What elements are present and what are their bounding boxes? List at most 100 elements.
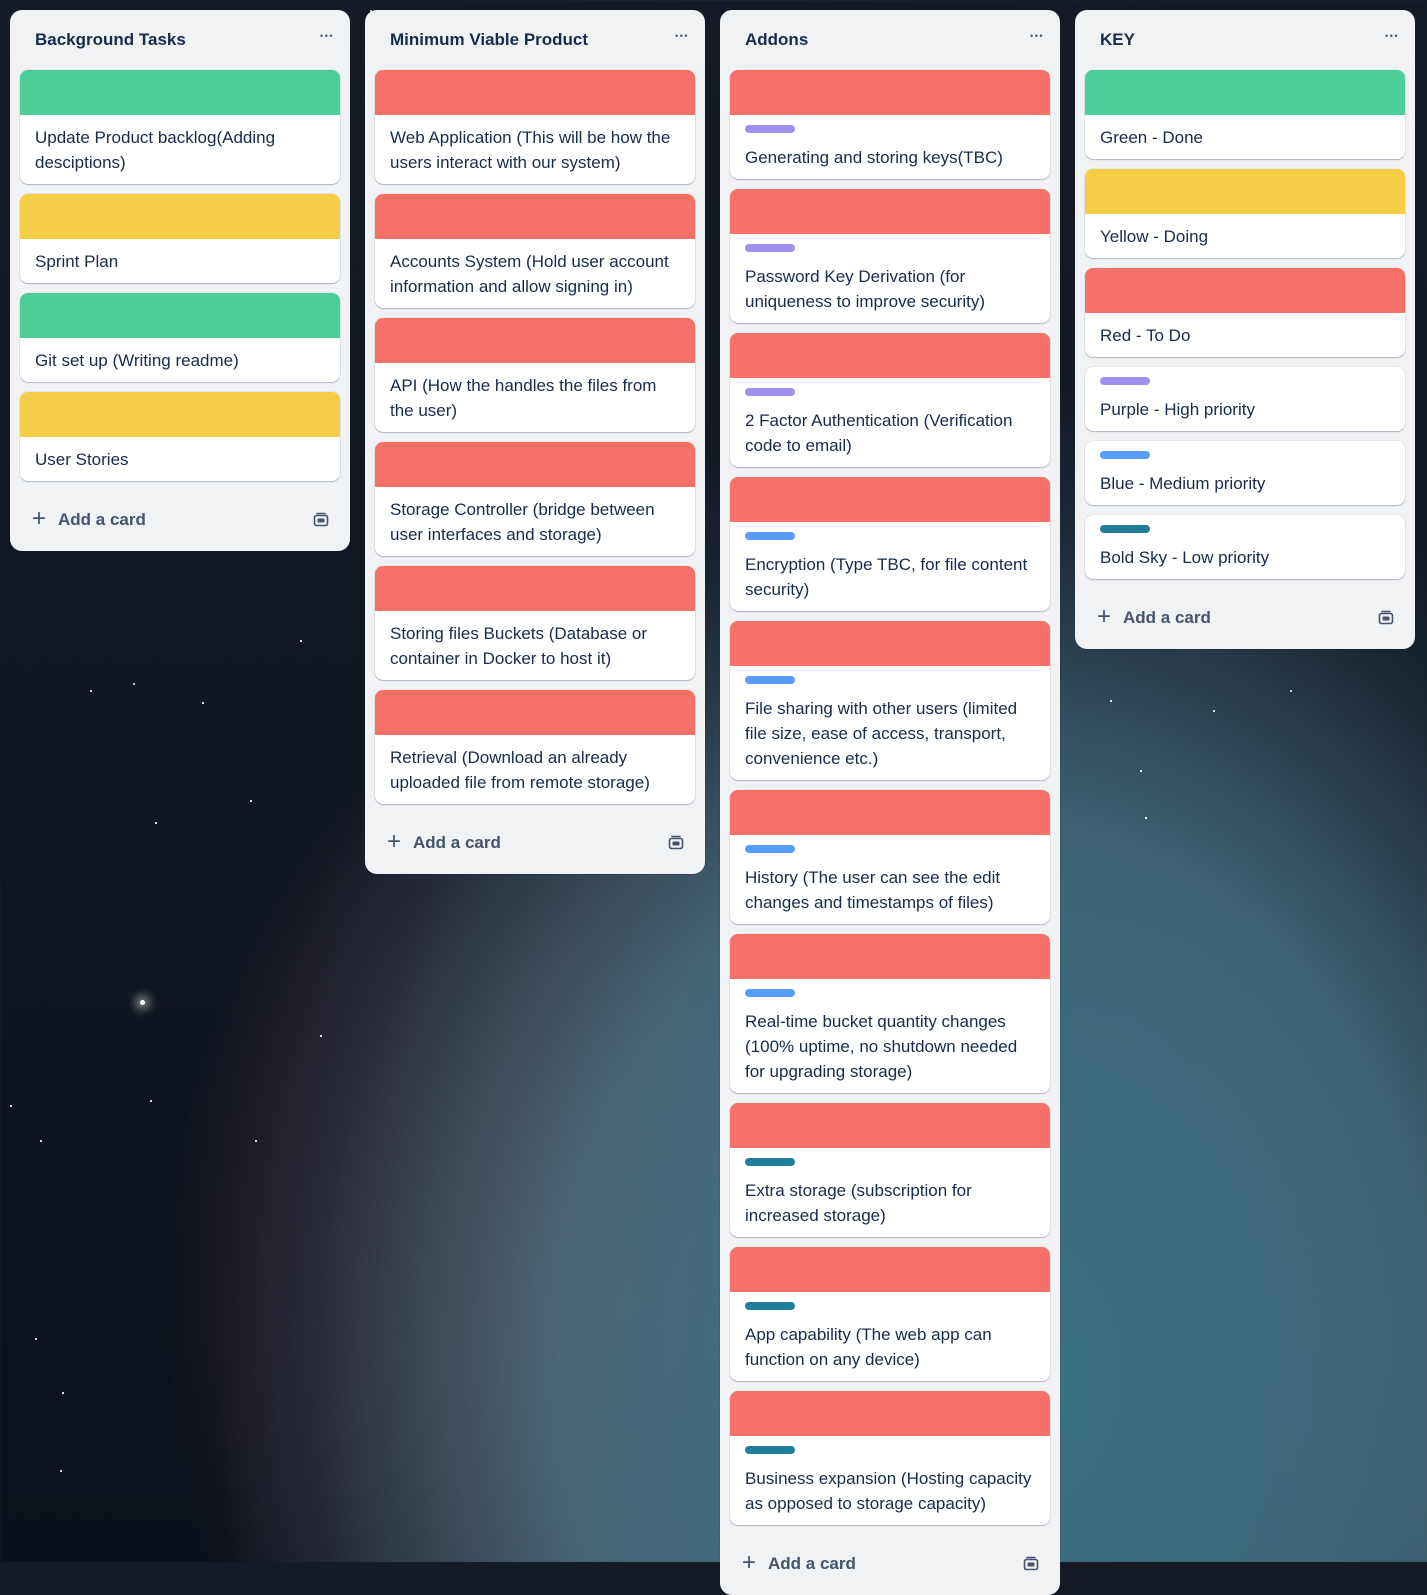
card-body: Storing files Buckets (Database or conta… — [375, 611, 695, 680]
star — [1140, 770, 1142, 772]
card[interactable]: Git set up (Writing readme) — [20, 293, 340, 382]
label-purple[interactable] — [745, 388, 795, 396]
card-title: Yellow - Doing — [1100, 227, 1209, 246]
card-body: Green - Done — [1085, 115, 1405, 159]
star — [300, 640, 302, 642]
card[interactable]: File sharing with other users (limited f… — [730, 621, 1050, 780]
label-bold-sky[interactable] — [745, 1446, 795, 1454]
card[interactable]: Green - Done — [1085, 70, 1405, 159]
card[interactable]: Encryption (Type TBC, for file content s… — [730, 477, 1050, 611]
card[interactable]: Retrieval (Download an already uploaded … — [375, 690, 695, 804]
card[interactable]: User Stories — [20, 392, 340, 481]
label-blue[interactable] — [1100, 451, 1150, 459]
card-title: File sharing with other users (limited f… — [745, 699, 1018, 768]
more-icon[interactable]: ••• — [1385, 31, 1399, 41]
card[interactable]: History (The user can see the edit chang… — [730, 790, 1050, 924]
label-blue[interactable] — [745, 676, 795, 684]
create-from-template-icon[interactable] — [1377, 609, 1395, 627]
card-title: 2 Factor Authentication (Verification co… — [745, 411, 1013, 455]
card-body: App capability (The web app can function… — [730, 1292, 1050, 1381]
star — [1110, 700, 1112, 702]
card[interactable]: Accounts System (Hold user account infor… — [375, 194, 695, 308]
card-title: Web Application (This will be how the us… — [390, 128, 671, 172]
plus-icon: + — [387, 827, 402, 855]
card-title: API (How the handles the files from the … — [390, 376, 657, 420]
add-card-label: Add a card — [768, 1554, 856, 1573]
label-purple[interactable] — [745, 244, 795, 252]
card[interactable]: Red - To Do — [1085, 268, 1405, 357]
card-cover-red — [730, 621, 1050, 666]
card-cover-red — [730, 1247, 1050, 1292]
add-card-label: Add a card — [58, 510, 146, 529]
card[interactable]: Extra storage (subscription for increase… — [730, 1103, 1050, 1237]
list-title[interactable]: Background Tasks — [35, 30, 186, 50]
card-cover-red — [730, 189, 1050, 234]
card-title: Storage Controller (bridge between user … — [390, 500, 655, 544]
card[interactable]: Business expansion (Hosting capacity as … — [730, 1391, 1050, 1525]
card[interactable]: Storage Controller (bridge between user … — [375, 442, 695, 556]
card[interactable]: Sprint Plan — [20, 194, 340, 283]
card-title: Sprint Plan — [35, 252, 119, 271]
more-icon[interactable]: ••• — [1030, 31, 1044, 41]
card-cover-yellow — [1085, 169, 1405, 214]
add-card-button[interactable]: + Add a card — [32, 504, 146, 532]
card-list: Web Application (This will be how the us… — [375, 70, 695, 814]
add-card-button[interactable]: + Add a card — [387, 827, 501, 855]
list-title[interactable]: Addons — [745, 30, 808, 50]
add-card-button[interactable]: + Add a card — [742, 1548, 856, 1576]
card[interactable]: Update Product backlog(Adding desciption… — [20, 70, 340, 184]
card[interactable]: API (How the handles the files from the … — [375, 318, 695, 432]
label-purple[interactable] — [1100, 377, 1150, 385]
card-title: Real-time bucket quantity changes (100% … — [745, 1012, 1018, 1081]
create-from-template-icon[interactable] — [312, 511, 330, 529]
more-icon[interactable]: ••• — [320, 31, 334, 41]
card[interactable]: App capability (The web app can function… — [730, 1247, 1050, 1381]
card[interactable]: Blue - Medium priority — [1085, 441, 1405, 505]
card[interactable]: Password Key Derivation (for uniqueness … — [730, 189, 1050, 323]
label-purple[interactable] — [745, 125, 795, 133]
list-footer: + Add a card — [20, 489, 340, 551]
plus-icon: + — [742, 1548, 757, 1576]
add-card-button[interactable]: + Add a card — [1097, 604, 1211, 629]
card[interactable]: Real-time bucket quantity changes (100% … — [730, 934, 1050, 1093]
list-title[interactable]: Minimum Viable Product — [390, 30, 588, 50]
star — [40, 1140, 42, 1142]
card-list: Generating and storing keys(TBC) Password… — [730, 70, 1050, 1535]
card-title: Update Product backlog(Adding desciption… — [35, 128, 276, 172]
card-body: 2 Factor Authentication (Verification co… — [730, 378, 1050, 467]
label-blue[interactable] — [745, 532, 795, 540]
list-header: Background Tasks ••• — [20, 10, 340, 70]
card-body: Retrieval (Download an already uploaded … — [375, 735, 695, 804]
card-body: User Stories — [20, 437, 340, 481]
label-bold-sky[interactable] — [745, 1302, 795, 1310]
star — [10, 1105, 12, 1107]
star — [1145, 817, 1147, 819]
card-body: Accounts System (Hold user account infor… — [375, 239, 695, 308]
add-card-label: Add a card — [1123, 608, 1211, 627]
list-footer: + Add a card — [1085, 587, 1405, 649]
card[interactable]: Generating and storing keys(TBC) — [730, 70, 1050, 179]
card[interactable]: 2 Factor Authentication (Verification co… — [730, 333, 1050, 467]
card-cover-yellow — [20, 194, 340, 239]
more-icon[interactable]: ••• — [675, 31, 689, 41]
card[interactable]: Bold Sky - Low priority — [1085, 515, 1405, 579]
card[interactable]: Purple - High priority — [1085, 367, 1405, 431]
list-title[interactable]: KEY — [1100, 30, 1135, 50]
card-cover-red — [375, 194, 695, 239]
label-bold-sky[interactable] — [1100, 525, 1150, 533]
card[interactable]: Yellow - Doing — [1085, 169, 1405, 258]
create-from-template-icon[interactable] — [667, 834, 685, 852]
label-blue[interactable] — [745, 845, 795, 853]
card-body: Bold Sky - Low priority — [1085, 515, 1405, 579]
label-bold-sky[interactable] — [745, 1158, 795, 1166]
plus-icon: + — [32, 504, 47, 532]
card[interactable]: Web Application (This will be how the us… — [375, 70, 695, 184]
label-blue[interactable] — [745, 989, 795, 997]
star — [255, 1140, 257, 1142]
card[interactable]: Storing files Buckets (Database or conta… — [375, 566, 695, 680]
card-title: Storing files Buckets (Database or conta… — [390, 624, 648, 668]
card-body: Real-time bucket quantity changes (100% … — [730, 979, 1050, 1093]
create-from-template-icon[interactable] — [1022, 1555, 1040, 1573]
star — [62, 1392, 64, 1394]
card-cover-red — [1085, 268, 1405, 313]
